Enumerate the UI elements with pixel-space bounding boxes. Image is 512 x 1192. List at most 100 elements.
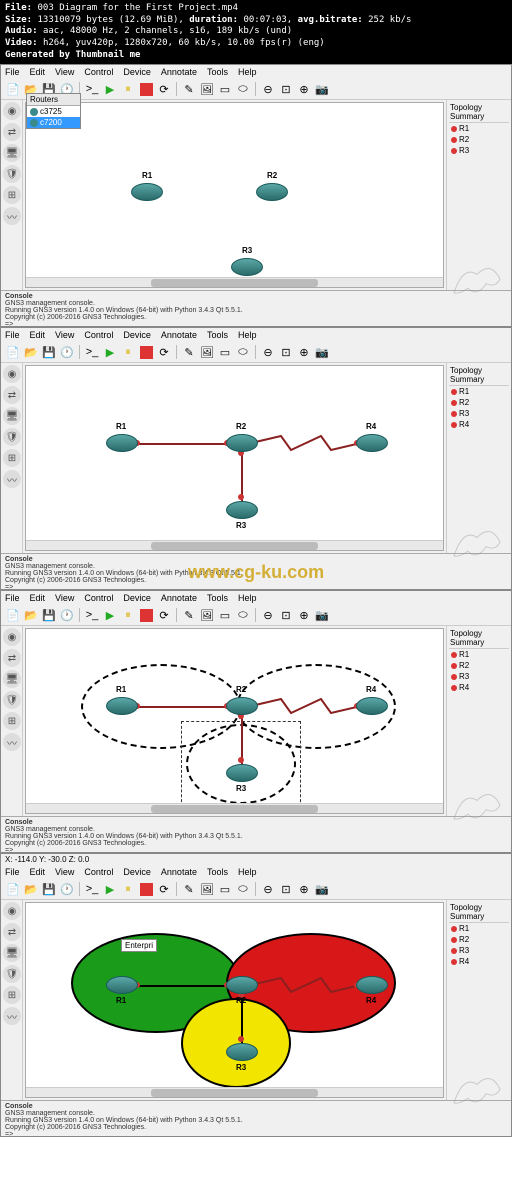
menu-help[interactable]: Help [238, 867, 257, 877]
menu-view[interactable]: View [55, 867, 74, 877]
zoom-reset-icon[interactable]: ⊡ [278, 881, 294, 897]
scrollbar-thumb[interactable] [151, 1089, 318, 1097]
router-tool-icon[interactable]: ◉ [3, 102, 21, 120]
zoom-out-icon[interactable]: ⊖ [260, 881, 276, 897]
console-icon[interactable]: >_ [84, 81, 100, 97]
text-annotation[interactable]: Enterpri [121, 939, 157, 952]
topology-canvas[interactable]: R1 R2 R3 R4 [25, 628, 444, 814]
pause-icon[interactable]: ⏸ [120, 607, 136, 623]
link-line[interactable] [131, 443, 231, 445]
topo-item[interactable]: R2 [449, 660, 509, 671]
ellipse-icon[interactable]: ⬭ [235, 607, 251, 623]
h-scrollbar[interactable] [26, 540, 443, 550]
image-icon[interactable]: 🖼 [199, 81, 215, 97]
topo-item[interactable]: R4 [449, 956, 509, 967]
all-devices-icon[interactable]: ⊞ [3, 986, 21, 1004]
save-icon[interactable]: 💾 [41, 344, 57, 360]
new-icon[interactable]: 📄 [5, 607, 21, 623]
screenshot-icon[interactable]: 📷 [314, 607, 330, 623]
screenshot-icon[interactable]: 📷 [314, 344, 330, 360]
save-icon[interactable]: 💾 [41, 881, 57, 897]
save-icon[interactable]: 💾 [41, 607, 57, 623]
topology-canvas[interactable]: R1 R2 R3 [25, 102, 444, 288]
scrollbar-thumb[interactable] [151, 542, 318, 550]
scrollbar-thumb[interactable] [151, 279, 318, 287]
router-node[interactable] [131, 183, 163, 201]
menu-annotate[interactable]: Annotate [161, 593, 197, 603]
router-type-item[interactable]: c7200 [27, 117, 80, 128]
stop-icon[interactable] [138, 81, 154, 97]
image-icon[interactable]: 🖼 [199, 881, 215, 897]
pause-icon[interactable]: ⏸ [120, 881, 136, 897]
menu-annotate[interactable]: Annotate [161, 330, 197, 340]
annotate-icon[interactable]: ✎ [181, 607, 197, 623]
topology-canvas[interactable]: Enterpri R1 R2 R3 R4 [25, 902, 444, 1098]
h-scrollbar[interactable] [26, 1087, 443, 1097]
ellipse-icon[interactable]: ⬭ [235, 81, 251, 97]
menu-tools[interactable]: Tools [207, 867, 228, 877]
switch-tool-icon[interactable]: ⇄ [3, 386, 21, 404]
topo-item[interactable]: R1 [449, 386, 509, 397]
menu-view[interactable]: View [55, 330, 74, 340]
clock-icon[interactable]: 🕐 [59, 881, 75, 897]
play-icon[interactable]: ▶ [102, 881, 118, 897]
security-tool-icon[interactable]: 🛡 [3, 428, 21, 446]
pc-tool-icon[interactable]: 🖥 [3, 144, 21, 162]
router-node[interactable] [356, 434, 388, 452]
serial-link-icon[interactable] [251, 434, 361, 452]
menu-device[interactable]: Device [123, 67, 151, 77]
scrollbar-thumb[interactable] [151, 805, 318, 813]
all-devices-icon[interactable]: ⊞ [3, 449, 21, 467]
topo-item[interactable]: R2 [449, 397, 509, 408]
ellipse-icon[interactable]: ⬭ [235, 881, 251, 897]
open-icon[interactable]: 📂 [23, 344, 39, 360]
clock-icon[interactable]: 🕐 [59, 607, 75, 623]
switch-tool-icon[interactable]: ⇄ [3, 123, 21, 141]
new-icon[interactable]: 📄 [5, 81, 21, 97]
menu-tools[interactable]: Tools [207, 67, 228, 77]
switch-tool-icon[interactable]: ⇄ [3, 649, 21, 667]
zoom-in-icon[interactable]: ⊕ [296, 344, 312, 360]
menu-device[interactable]: Device [123, 330, 151, 340]
reload-icon[interactable]: ⟳ [156, 607, 172, 623]
security-tool-icon[interactable]: 🛡 [3, 965, 21, 983]
menu-device[interactable]: Device [123, 593, 151, 603]
image-icon[interactable]: 🖼 [199, 607, 215, 623]
console-icon[interactable]: >_ [84, 607, 100, 623]
stop-icon[interactable] [138, 881, 154, 897]
menu-edit[interactable]: Edit [30, 593, 46, 603]
rect-icon[interactable]: ▭ [217, 607, 233, 623]
topo-item[interactable]: R3 [449, 945, 509, 956]
image-icon[interactable]: 🖼 [199, 344, 215, 360]
menu-control[interactable]: Control [84, 67, 113, 77]
stop-icon[interactable] [138, 607, 154, 623]
menu-file[interactable]: File [5, 67, 20, 77]
all-devices-icon[interactable]: ⊞ [3, 186, 21, 204]
console-icon[interactable]: >_ [84, 881, 100, 897]
open-icon[interactable]: 📂 [23, 881, 39, 897]
pause-icon[interactable]: ⏸ [120, 81, 136, 97]
menu-file[interactable]: File [5, 867, 20, 877]
router-node[interactable] [226, 501, 258, 519]
console-icon[interactable]: >_ [84, 344, 100, 360]
rect-icon[interactable]: ▭ [217, 881, 233, 897]
menu-view[interactable]: View [55, 67, 74, 77]
router-tool-icon[interactable]: ◉ [3, 365, 21, 383]
annotate-icon[interactable]: ✎ [181, 344, 197, 360]
play-icon[interactable]: ▶ [102, 607, 118, 623]
clock-icon[interactable]: 🕐 [59, 344, 75, 360]
zoom-reset-icon[interactable]: ⊡ [278, 607, 294, 623]
zoom-out-icon[interactable]: ⊖ [260, 81, 276, 97]
topo-item[interactable]: R3 [449, 671, 509, 682]
annotate-icon[interactable]: ✎ [181, 81, 197, 97]
zoom-reset-icon[interactable]: ⊡ [278, 344, 294, 360]
router-node[interactable] [231, 258, 263, 276]
menu-help[interactable]: Help [238, 67, 257, 77]
zoom-out-icon[interactable]: ⊖ [260, 344, 276, 360]
topo-item[interactable]: R1 [449, 649, 509, 660]
link-tool-icon[interactable]: 〰 [3, 207, 21, 225]
topo-item[interactable]: R3 [449, 408, 509, 419]
rect-icon[interactable]: ▭ [217, 344, 233, 360]
link-line[interactable] [131, 706, 231, 708]
serial-link-icon[interactable] [251, 976, 361, 994]
